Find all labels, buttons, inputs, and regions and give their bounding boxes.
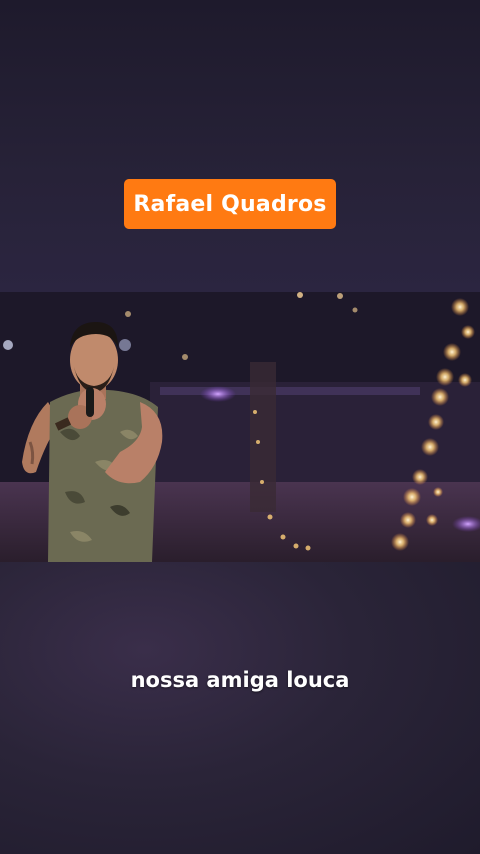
video-post-screen: Rafael Quadros nossa amiga louca	[0, 0, 480, 854]
artist-name-badge: Rafael Quadros	[124, 179, 336, 229]
top-blurred-background	[0, 0, 480, 292]
video-player[interactable]	[0, 292, 480, 562]
bottom-blurred-background	[0, 562, 480, 854]
lyrics-caption: nossa amiga louca	[130, 668, 350, 692]
video-frame-icon	[0, 292, 480, 562]
